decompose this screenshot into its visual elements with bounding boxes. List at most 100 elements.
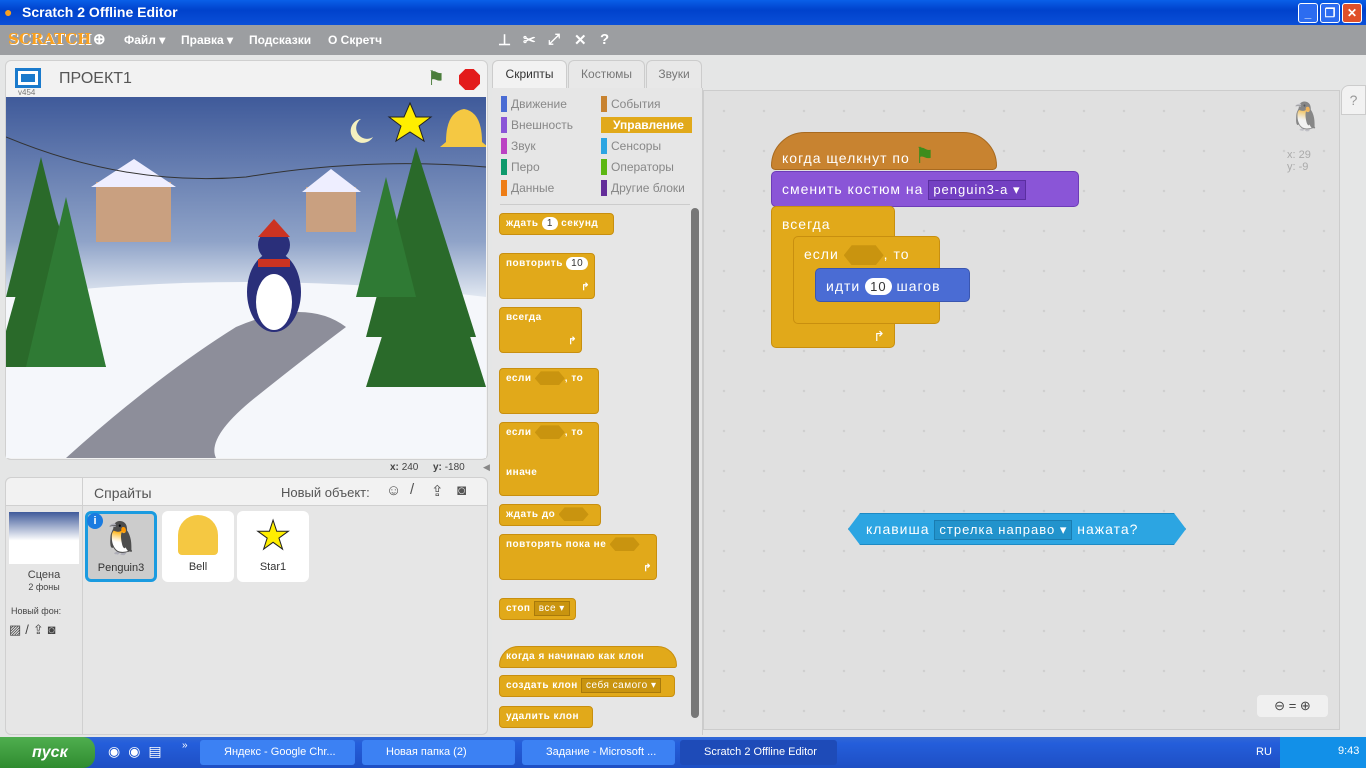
- category-label: Управление: [613, 118, 684, 132]
- sprite-x: x: 29: [1287, 149, 1311, 161]
- language-indicator[interactable]: RU: [1256, 746, 1272, 758]
- block-repeat-until[interactable]: повторять пока не ↱: [499, 534, 657, 580]
- stage-canvas[interactable]: [6, 97, 486, 458]
- zoom-controls: ⊖ = ⊕: [1257, 695, 1328, 717]
- category-label: Операторы: [611, 160, 674, 174]
- shrink-icon[interactable]: ✕: [574, 31, 587, 49]
- green-flag-icon[interactable]: ⚑: [427, 66, 445, 91]
- category-2[interactable]: Внешность: [501, 117, 573, 133]
- category-label: Движение: [511, 97, 567, 111]
- clock: 9:43: [1338, 745, 1360, 757]
- category-8[interactable]: Данные: [501, 180, 554, 196]
- presentation-mode-icon[interactable]: [15, 68, 41, 88]
- grow-icon[interactable]: ⤢: [548, 31, 560, 48]
- stage-backdrop: [6, 101, 486, 458]
- green-flag-icon: ⚑: [914, 143, 936, 168]
- task-chrome[interactable]: Яндекс - Google Chr...: [200, 740, 355, 765]
- quick-launch-more-icon[interactable]: »: [182, 740, 188, 751]
- upload-sprite-icon[interactable]: ⇪: [431, 482, 444, 500]
- category-7[interactable]: Операторы: [601, 159, 674, 175]
- block-if[interactable]: если , то: [499, 368, 599, 414]
- block-stop[interactable]: стоп все ▾: [499, 598, 576, 620]
- zoom-reset-icon[interactable]: =: [1289, 698, 1297, 713]
- minimize-button[interactable]: _: [1298, 3, 1318, 23]
- sprite-star1[interactable]: ★ Star1: [237, 511, 309, 582]
- block-create-clone[interactable]: создать клон себя самого ▾: [499, 675, 675, 697]
- block-move[interactable]: идти 10 шагов: [815, 268, 970, 302]
- paint-sprite-icon[interactable]: /: [410, 481, 414, 498]
- block-switch-costume[interactable]: сменить костюм на penguin3-a ▾: [771, 171, 1079, 207]
- system-tray: 9:43: [1280, 737, 1366, 768]
- block-when-clone-start[interactable]: когда я начинаю как клон: [499, 646, 677, 668]
- zoom-out-icon[interactable]: ⊖: [1274, 698, 1285, 713]
- category-4[interactable]: Звук: [501, 138, 536, 154]
- block-when-flag-clicked[interactable]: когда щелкнут по ⚑: [771, 132, 997, 170]
- zoom-in-icon[interactable]: ⊕: [1300, 698, 1311, 713]
- category-6[interactable]: Перо: [501, 159, 540, 175]
- block-delete-clone[interactable]: удалить клон: [499, 706, 593, 728]
- collapse-stage-icon[interactable]: ◀: [483, 462, 490, 473]
- block-key-pressed[interactable]: клавиша стрелка направо ▾ нажата?: [848, 513, 1186, 545]
- category-label: Звук: [511, 139, 536, 153]
- menu-file[interactable]: Файл ▾: [124, 33, 165, 47]
- sprite-y: y: -9: [1287, 161, 1309, 173]
- title-bar: ● Scratch 2 Offline Editor _ ❐ ✕: [0, 0, 1366, 25]
- category-9[interactable]: Другие блоки: [601, 180, 685, 196]
- category-5[interactable]: Сенсоры: [601, 138, 661, 154]
- block-repeat[interactable]: повторить 10 ↱: [499, 253, 595, 299]
- tab-costumes[interactable]: Костюмы: [568, 60, 645, 88]
- help-tab-icon[interactable]: ?: [1341, 85, 1366, 115]
- category-3[interactable]: Управление: [601, 117, 692, 133]
- block-if-else[interactable]: если , то иначе: [499, 422, 599, 496]
- tab-sounds[interactable]: Звуки: [646, 60, 702, 88]
- palette-scrollbar[interactable]: [691, 208, 699, 718]
- y-label: y:: [433, 462, 442, 473]
- category-label: Сенсоры: [611, 139, 662, 153]
- scratch-logo[interactable]: SCRATCH: [8, 30, 91, 48]
- sprite-bell[interactable]: Bell: [162, 511, 234, 582]
- block-wait-until[interactable]: ждать до: [499, 504, 601, 526]
- sprite-library-icon[interactable]: ☺: [386, 482, 401, 499]
- sprite-penguin3[interactable]: i 🐧 Penguin3: [85, 511, 157, 582]
- new-sprite-label: Новый объект:: [281, 485, 370, 500]
- tab-scripts[interactable]: Скрипты: [492, 60, 567, 90]
- menu-edit[interactable]: Правка ▾: [181, 33, 233, 47]
- start-button[interactable]: пуск: [0, 737, 95, 768]
- task-scratch[interactable]: Scratch 2 Offline Editor: [680, 740, 837, 765]
- cut-icon[interactable]: ✂: [523, 31, 536, 49]
- menu-tips[interactable]: Подсказки: [249, 33, 311, 47]
- globe-icon[interactable]: ⊕: [93, 30, 106, 48]
- x-label: x:: [390, 462, 399, 473]
- category-1[interactable]: События: [601, 96, 661, 112]
- close-button[interactable]: ✕: [1342, 3, 1362, 23]
- camera-icon[interactable]: ◙: [457, 482, 466, 499]
- task-word[interactable]: Задание - Microsoft ...: [522, 740, 675, 765]
- quick-launch-icons[interactable]: ◉◉▤: [108, 743, 170, 760]
- backdrop-count: 2 фоны: [28, 582, 60, 592]
- block-wait[interactable]: ждать 1 секунд: [499, 213, 614, 235]
- current-sprite-icon: 🐧: [1288, 101, 1323, 132]
- help-icon[interactable]: ?: [600, 31, 609, 48]
- stamp-icon[interactable]: ⊥: [498, 31, 511, 49]
- mouse-y: -180: [444, 462, 465, 473]
- sprite-name: Star1: [259, 561, 287, 573]
- scene-thumbnail[interactable]: [9, 512, 79, 564]
- category-label: Перо: [511, 160, 540, 174]
- info-icon[interactable]: i: [87, 513, 103, 529]
- project-title[interactable]: ПРОЕКТ1: [59, 70, 132, 88]
- window-title: Scratch 2 Offline Editor: [22, 4, 178, 20]
- backdrop-tools-icons[interactable]: ▨/⇪◙: [9, 622, 60, 638]
- scratch-cat-icon: ●: [4, 4, 13, 20]
- sprite-name: Penguin3: [97, 562, 145, 574]
- task-folder[interactable]: Новая папка (2): [362, 740, 515, 765]
- menu-about[interactable]: О Скретч: [328, 33, 382, 47]
- category-label: Другие блоки: [611, 181, 685, 195]
- mouse-x: 240: [401, 462, 419, 473]
- sprites-header: Спрайты: [94, 485, 152, 501]
- block-forever[interactable]: всегда ↱: [499, 307, 582, 353]
- maximize-button[interactable]: ❐: [1320, 3, 1340, 23]
- category-0[interactable]: Движение: [501, 96, 567, 112]
- star-thumbnail-icon: ★: [255, 514, 292, 559]
- version-label: v454: [18, 88, 36, 97]
- new-backdrop-label: Новый фон:: [11, 606, 62, 616]
